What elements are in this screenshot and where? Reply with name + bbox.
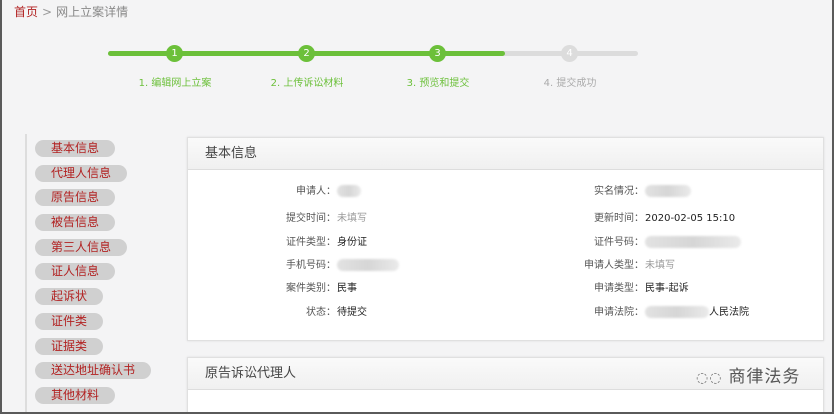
field-row: 实名情况： [2,185,832,199]
field-value: 人民法院 [645,306,749,320]
step-3-label: 3. 预览和提交 [406,78,470,89]
breadcrumb-current: 网上立案详情 [56,5,129,19]
field-value: 未填写 [645,259,675,273]
page: 首页 > 网上立案详情 1 2 3 4 1. 编辑网上立案 2. 上传诉讼材料 3.… [2,0,832,412]
field-value: 2020-02-05 15:10 [645,212,735,226]
sidebar-divider [25,134,27,412]
step-3-dot: 3 [429,45,446,62]
field-label: 实名情况： [594,186,644,197]
field-row: 申请类型： 民事-起诉 [2,282,832,296]
step-2-dot: 2 [298,45,315,62]
wechat-icon: ◌◌ [696,370,723,386]
redacted-value [645,236,741,248]
field-row: 申请法院： 人民法院 [2,306,832,320]
breadcrumb-home-link[interactable]: 首页 [14,5,38,19]
field-value: 民事-起诉 [645,282,689,296]
field-label: 证件号码： [594,237,644,248]
field-label: 申请法院： [594,307,644,318]
redacted-value [645,185,691,197]
sidebar-item-other-materials[interactable]: 其他材料 [35,387,116,404]
sidebar-item-agent-info[interactable]: 代理人信息 [35,165,128,182]
field-value-text: 未填写 [645,260,675,271]
basic-info-title: 基本信息 [188,138,823,170]
sidebar-item-evidence[interactable]: 证据类 [35,338,104,355]
field-label: 申请类型： [594,283,644,294]
step-1-label: 1. 编辑网上立案 [138,78,212,89]
step-4-label: 4. 提交成功 [543,78,597,89]
field-value-text: 民事-起诉 [645,283,689,294]
field-row: 申请人类型： 未填写 [2,259,832,273]
field-label: 申请人类型： [584,260,644,271]
field-value [645,185,691,199]
watermark-text: 商律法务 [728,367,801,387]
step-2-label: 2. 上传诉讼材料 [270,78,344,89]
breadcrumb: 首页 > 网上立案详情 [14,3,128,20]
breadcrumb-separator: > [42,5,53,19]
field-value-text: 2020-02-05 15:10 [645,213,736,224]
field-value [645,236,741,250]
field-label: 更新时间： [594,213,644,224]
field-value-text: 人民法院 [709,307,749,318]
field-row: 证件号码： [2,236,832,250]
redacted-value [645,306,709,318]
field-row: 更新时间： 2020-02-05 15:10 [2,212,832,226]
step-1-dot: 1 [166,45,183,62]
watermark: ◌◌ 商律法务 [696,362,800,387]
step-4-dot: 4 [561,45,578,62]
sidebar-item-service-address[interactable]: 送达地址确认书 [35,362,152,379]
sidebar-item-basic-info[interactable]: 基本信息 [35,140,116,157]
